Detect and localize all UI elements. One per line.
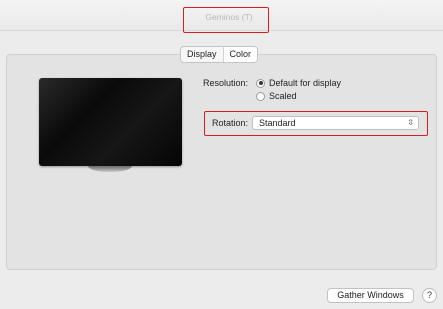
rotation-select-value: Standard xyxy=(259,118,296,128)
resolution-option-scaled[interactable]: Scaled xyxy=(256,91,297,101)
tab-color[interactable]: Color xyxy=(222,47,258,62)
gather-windows-button[interactable]: Gather Windows xyxy=(327,288,414,303)
resolution-label: Resolution: xyxy=(202,78,248,88)
rotation-select[interactable]: Standard ⇳ xyxy=(252,116,419,130)
chevron-up-down-icon: ⇳ xyxy=(407,118,414,127)
rotation-label: Rotation: xyxy=(211,118,248,128)
radio-button-selected[interactable] xyxy=(256,78,265,88)
tab-bar: Display Color xyxy=(180,46,259,63)
resolution-option-scaled-label: Scaled xyxy=(269,91,297,101)
radio-button[interactable] xyxy=(256,91,265,101)
display-image xyxy=(39,78,182,166)
resolution-option-default-label: Default for display xyxy=(269,78,342,88)
resolution-option-default[interactable]: Default for display xyxy=(256,78,341,88)
help-button[interactable]: ? xyxy=(422,288,437,303)
title-highlight-box xyxy=(183,7,269,33)
tab-display[interactable]: Display xyxy=(181,47,223,62)
